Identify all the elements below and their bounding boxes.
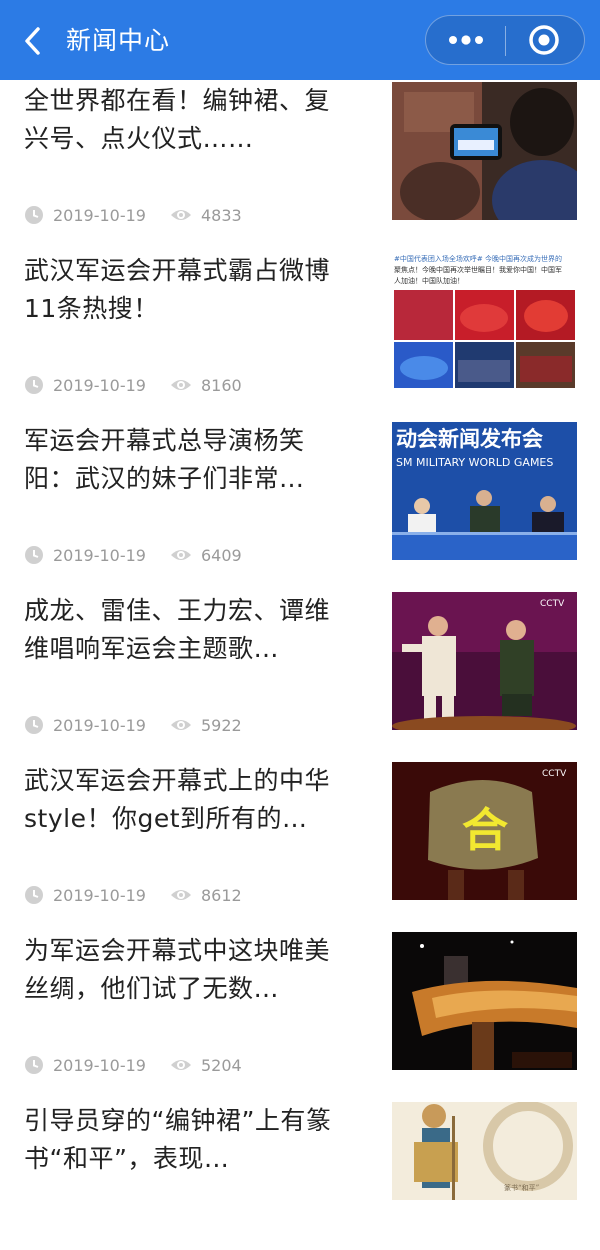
clock-icon: [25, 206, 43, 224]
news-title: 武汉军运会开幕式上的中华style！你get到所有的…: [24, 766, 331, 833]
news-thumbnail: [392, 82, 577, 220]
back-button[interactable]: [18, 22, 52, 60]
news-date: 2019-10-19: [53, 205, 146, 225]
news-meta: 2019-10-19 5922: [24, 714, 242, 736]
target-icon: [529, 25, 559, 55]
news-meta: 2019-10-19 8612: [24, 884, 242, 906]
close-button[interactable]: [506, 16, 584, 66]
news-title: 全世界都在看！编钟裙、复兴号、点火仪式……: [24, 86, 331, 153]
top-bar: 新闻中心: [0, 0, 600, 80]
news-thumbnail: CCTV: [392, 592, 577, 730]
mini-program-capsule: [425, 15, 585, 65]
thumb-glyph: 合: [462, 803, 508, 857]
eye-icon: [170, 550, 191, 560]
more-icon: [449, 35, 483, 45]
news-date: 2019-10-19: [53, 715, 146, 735]
weibo-text-line: 聚焦点！今晚中国再次举世瞩目！我爱你中国！中国军: [394, 265, 562, 274]
news-date: 2019-10-19: [53, 885, 146, 905]
news-title: 为军运会开幕式中这块唯美丝绸，他们试了无数…: [24, 936, 331, 1003]
news-views: 5922: [200, 715, 242, 735]
eye-icon: [170, 380, 191, 390]
news-item[interactable]: 军运会开幕式总导演杨笑阳：武汉的妹子们非常… 2019-10-19 6409 动…: [0, 400, 600, 570]
news-views: 5204: [200, 1055, 242, 1075]
news-item[interactable]: 武汉军运会开幕式上的中华style！你get到所有的… 2019-10-19 8…: [0, 740, 600, 910]
eye-icon: [170, 1060, 191, 1070]
tv-logo: CCTV: [540, 599, 565, 609]
weibo-text-line: 人加油！中国队加油！: [394, 276, 464, 285]
news-thumbnail: 篆书“和平”: [392, 1102, 577, 1200]
news-date: 2019-10-19: [53, 375, 146, 395]
news-item[interactable]: 全世界都在看！编钟裙、复兴号、点火仪式…… 2019-10-19 4833: [0, 80, 600, 230]
news-title: 成龙、雷佳、王力宏、谭维维唱响军运会主题歌…: [24, 596, 331, 663]
eye-icon: [170, 720, 191, 730]
clock-icon: [25, 546, 43, 564]
page-title: 新闻中心: [66, 26, 171, 55]
news-thumbnail: CCTV 合: [392, 762, 577, 900]
eye-icon: [170, 210, 191, 220]
news-item[interactable]: 武汉军运会开幕式霸占微博11条热搜！ 2019-10-19 8160 #中国代表…: [0, 230, 600, 400]
news-thumbnail: #中国代表团入场全场欢呼# 今晚中国再次成为世界的 聚焦点！今晚中国再次举世瞩目…: [392, 252, 577, 390]
news-title: 军运会开幕式总导演杨笑阳：武汉的妹子们非常…: [24, 426, 305, 493]
news-item[interactable]: 引导员穿的“编钟裙”上有篆书“和平”，表现… 篆书“和平”: [0, 1080, 600, 1250]
news-meta: 2019-10-19 5204: [24, 1054, 242, 1076]
weibo-text-line: #中国代表团入场全场欢呼# 今晚中国再次成为世界的: [394, 254, 562, 263]
news-title: 引导员穿的“编钟裙”上有篆书“和平”，表现…: [24, 1106, 332, 1173]
news-date: 2019-10-19: [53, 1055, 146, 1075]
news-meta: 2019-10-19 4833: [24, 204, 242, 226]
news-date: 2019-10-19: [53, 545, 146, 565]
news-meta: 2019-10-19 8160: [24, 374, 242, 396]
clock-icon: [25, 376, 43, 394]
more-button[interactable]: [426, 16, 505, 66]
news-views: 6409: [200, 545, 242, 565]
tv-logo: CCTV: [542, 769, 567, 779]
news-views: 4833: [200, 205, 242, 225]
news-item[interactable]: 成龙、雷佳、王力宏、谭维维唱响军运会主题歌… 2019-10-19 5922 C…: [0, 570, 600, 740]
press-banner-subtext: SM MILITARY WORLD GAMES: [396, 456, 553, 469]
news-list: 全世界都在看！编钟裙、复兴号、点火仪式…… 2019-10-19 4833 武汉…: [0, 80, 600, 1250]
chevron-left-icon: [25, 27, 40, 55]
clock-icon: [25, 886, 43, 904]
news-meta: 2019-10-19 6409: [24, 544, 242, 566]
news-title: 武汉军运会开幕式霸占微博11条热搜！: [24, 256, 331, 323]
clock-icon: [25, 716, 43, 734]
press-banner-text: 动会新闻发布会: [396, 427, 543, 451]
news-thumbnail: 动会新闻发布会 SM MILITARY WORLD GAMES: [392, 422, 577, 560]
clock-icon: [25, 1056, 43, 1074]
eye-icon: [170, 890, 191, 900]
news-views: 8160: [200, 375, 242, 395]
news-item[interactable]: 为军运会开幕式中这块唯美丝绸，他们试了无数… 2019-10-19 5204: [0, 910, 600, 1080]
news-thumbnail: [392, 932, 577, 1070]
news-views: 8612: [200, 885, 242, 905]
